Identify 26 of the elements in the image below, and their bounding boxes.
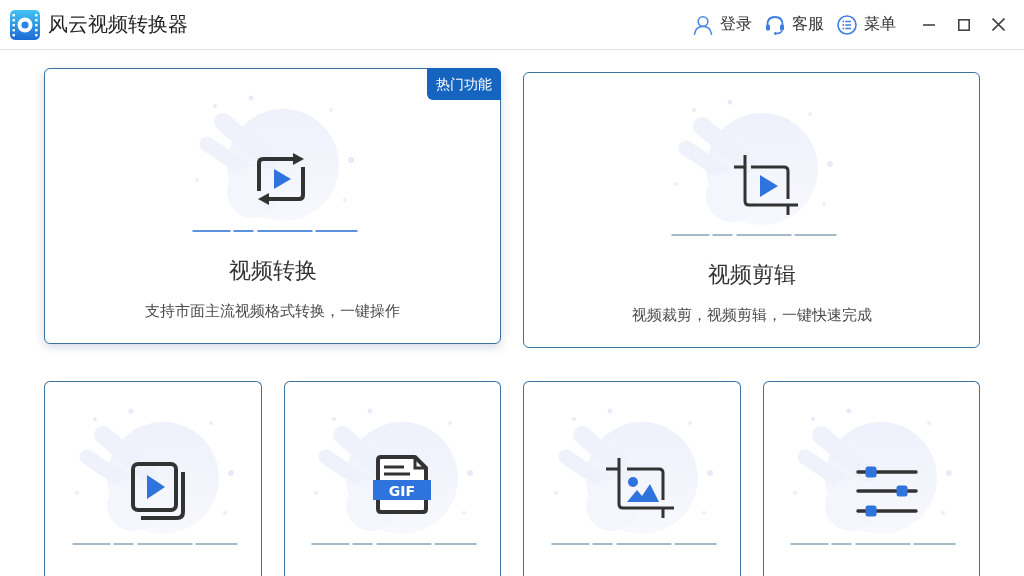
minimize-icon [922, 23, 935, 26]
feature-card[interactable]: 视频转换 支持市面主流视频格式转换，一键操作 热门功能 [44, 68, 501, 344]
crop-play-icon [733, 155, 798, 215]
menu-icon [837, 14, 857, 35]
card-description: 支持市面主流视频格式转换，一键操作 [145, 301, 400, 322]
repeat-play-icon [257, 153, 304, 205]
crop-image-icon [605, 458, 674, 518]
window-title: 风云视频转换器 [48, 11, 189, 38]
support-button[interactable]: 客服 [765, 14, 824, 35]
stacked-play-icon [132, 464, 183, 518]
sliders-icon [858, 466, 917, 517]
card-title: 视频转换 [228, 257, 317, 285]
card-description: 视频裁剪，视频剪辑，一键快速完成 [631, 305, 872, 326]
hot-badge: 热门功能 [427, 68, 501, 100]
headset-icon [765, 14, 785, 35]
feature-card[interactable]: 视频剪辑 视频裁剪，视频剪辑，一键快速完成 [523, 72, 980, 348]
tool-card[interactable]: GIF [283, 381, 501, 576]
maximize-icon [957, 18, 970, 31]
file-type-label: GIF [389, 482, 416, 499]
app-logo-icon [10, 9, 40, 40]
close-icon [992, 18, 1005, 31]
user-icon [693, 14, 713, 35]
card-title: 视频剪辑 [707, 261, 796, 289]
login-button[interactable]: 登录 [693, 14, 752, 35]
menu-button[interactable]: 菜单 [837, 14, 896, 35]
tool-card[interactable] [44, 381, 262, 576]
